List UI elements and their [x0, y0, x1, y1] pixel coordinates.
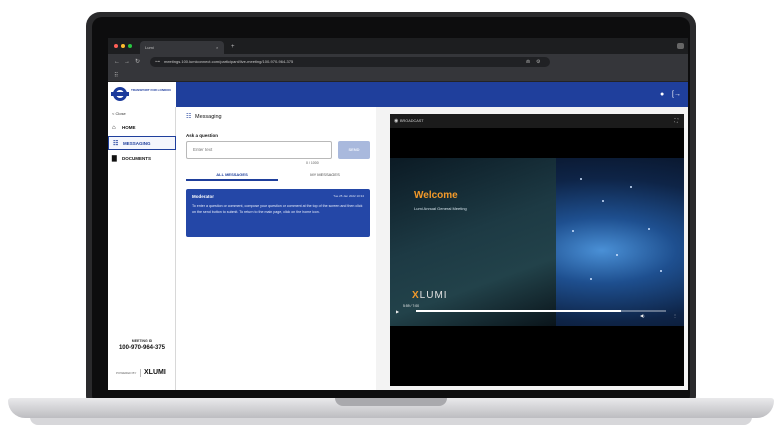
powered-by-label: POWERED BY: [116, 371, 137, 375]
screen: Lumi × + ← → ↻ meetings.100.lumiconnect.…: [108, 38, 688, 390]
window-zoom-dot[interactable]: [128, 44, 132, 48]
url-field[interactable]: meetings.100.lumiconnect.com/participant…: [150, 57, 550, 67]
volume-icon[interactable]: ◀): [640, 312, 644, 320]
forward-icon[interactable]: →: [124, 54, 130, 70]
progress-bar[interactable]: [416, 310, 666, 312]
site-info-icon[interactable]: ⊶: [155, 57, 160, 67]
laptop-notch: [335, 398, 447, 406]
messaging-panel: ☷ Messaging Ask a question Enter text SE…: [176, 107, 376, 390]
browser-tab-bar: Lumi × +: [108, 38, 688, 54]
window-minimize-dot[interactable]: [121, 44, 125, 48]
video-frame[interactable]: Welcome Lumi Annual General Meeting XLUM…: [390, 158, 684, 326]
lumi-wordmark: LUMI: [148, 369, 166, 376]
roundel-bar: [111, 92, 129, 96]
browser-address-bar: ← → ↻ meetings.100.lumiconnect.com/parti…: [108, 54, 688, 70]
new-tab-icon[interactable]: +: [231, 41, 235, 54]
panel-title: ☷ Messaging: [186, 113, 222, 121]
tab-my-messages[interactable]: MY MESSAGES: [280, 169, 370, 181]
tab-close-icon[interactable]: ×: [216, 41, 218, 54]
star-dot: [572, 230, 574, 232]
help-icon[interactable]: ●: [660, 82, 664, 107]
message-time: Tue 25 Jan 2022 10:34: [333, 194, 364, 198]
star-dot: [648, 228, 650, 230]
lumi-wordmark: LUMI: [419, 290, 448, 301]
close-link[interactable]: < Close: [112, 111, 126, 116]
laptop-base-shadow: [30, 417, 752, 425]
char-count: 0 / 1000: [306, 161, 319, 165]
reload-icon[interactable]: ↻: [135, 54, 140, 70]
divider: [140, 369, 141, 377]
sidebar-item-messaging[interactable]: ☷ MESSAGING: [108, 136, 176, 150]
play-icon[interactable]: ▶: [396, 308, 399, 316]
browser-tab[interactable]: Lumi: [140, 41, 224, 54]
sidebar-item-documents[interactable]: ▇ DOCUMENTS: [108, 152, 176, 166]
progress-fill: [416, 310, 621, 312]
back-icon[interactable]: ←: [114, 54, 120, 70]
star-dot: [660, 270, 662, 272]
video-controls: ▶ 5:59 / 7:00 ◀) ⋮: [390, 304, 684, 326]
message-card: Moderator Tue 25 Jan 2022 10:34 To enter…: [186, 189, 370, 237]
star-dot: [616, 254, 618, 256]
lumi-x-mark: X: [412, 290, 420, 301]
sidebar-item-label: DOCUMENTS: [122, 156, 151, 161]
time-readout: 5:59 / 7:00: [403, 304, 420, 308]
documents-icon: ▇: [112, 156, 117, 162]
sidebar: < Close ⌂ HOME ☷ MESSAGING ▇ DOCUMENTS M…: [108, 107, 176, 390]
sidebar-item-home[interactable]: ⌂ HOME: [108, 121, 176, 135]
logo-text: TRANSPORT FOR LONDON: [131, 88, 171, 92]
home-icon: ⌂: [112, 125, 116, 131]
apps-icon[interactable]: ⠿: [114, 71, 118, 81]
question-input[interactable]: Enter text: [186, 141, 332, 159]
star-dot: [590, 278, 592, 280]
app-header: TRANSPORT FOR LONDON ● [→: [108, 82, 688, 107]
meeting-id: 100-970-964-375: [118, 345, 166, 351]
broadcast-icon: ◉: [394, 118, 399, 124]
broadcast-header: ◉ BROADCAST ⛶: [390, 114, 684, 128]
broadcast-label: BROADCAST: [400, 119, 424, 123]
ask-question-label: Ask a question: [186, 133, 219, 138]
fullscreen-icon[interactable]: ⛶: [674, 114, 678, 128]
panel-title-text: Messaging: [195, 114, 222, 120]
video-lumi-logo: XLUMI: [412, 290, 448, 301]
welcome-subtitle: Lumi Annual General Meeting: [414, 206, 467, 211]
star-dot: [580, 178, 582, 180]
tab-all-messages[interactable]: ALL MESSAGES: [186, 169, 278, 181]
chat-icon: ☷: [186, 114, 192, 120]
window-close-dot[interactable]: [114, 44, 118, 48]
lumi-logo: XLUMI: [144, 368, 166, 378]
more-options-icon[interactable]: ⋮: [673, 312, 677, 320]
star-dot: [602, 200, 604, 202]
video-player: ◉ BROADCAST ⛶ Welcome Lumi Annual Genera…: [390, 114, 684, 386]
logo[interactable]: TRANSPORT FOR LONDON: [108, 82, 176, 107]
bookmarks-bar: ⠿: [108, 70, 688, 82]
meeting-id-label: MEETING ID: [131, 339, 153, 343]
sidebar-item-label: MESSAGING: [123, 141, 151, 146]
window-menu-button[interactable]: [677, 43, 684, 49]
star-dot: [630, 186, 632, 188]
message-body: To enter a question or comment, compose …: [192, 204, 363, 214]
logout-icon[interactable]: [→: [672, 82, 681, 107]
send-button[interactable]: SEND: [338, 141, 370, 159]
message-author: Moderator: [192, 194, 215, 199]
sidebar-item-label: HOME: [122, 125, 136, 130]
laptop-mockup: Lumi × + ← → ↻ meetings.100.lumiconnect.…: [0, 0, 782, 434]
extension-icon[interactable]: ⋒: [526, 57, 530, 67]
settings-icon[interactable]: ⚙: [536, 57, 540, 67]
welcome-title: Welcome: [414, 190, 458, 201]
messaging-icon: ☷: [113, 141, 119, 147]
